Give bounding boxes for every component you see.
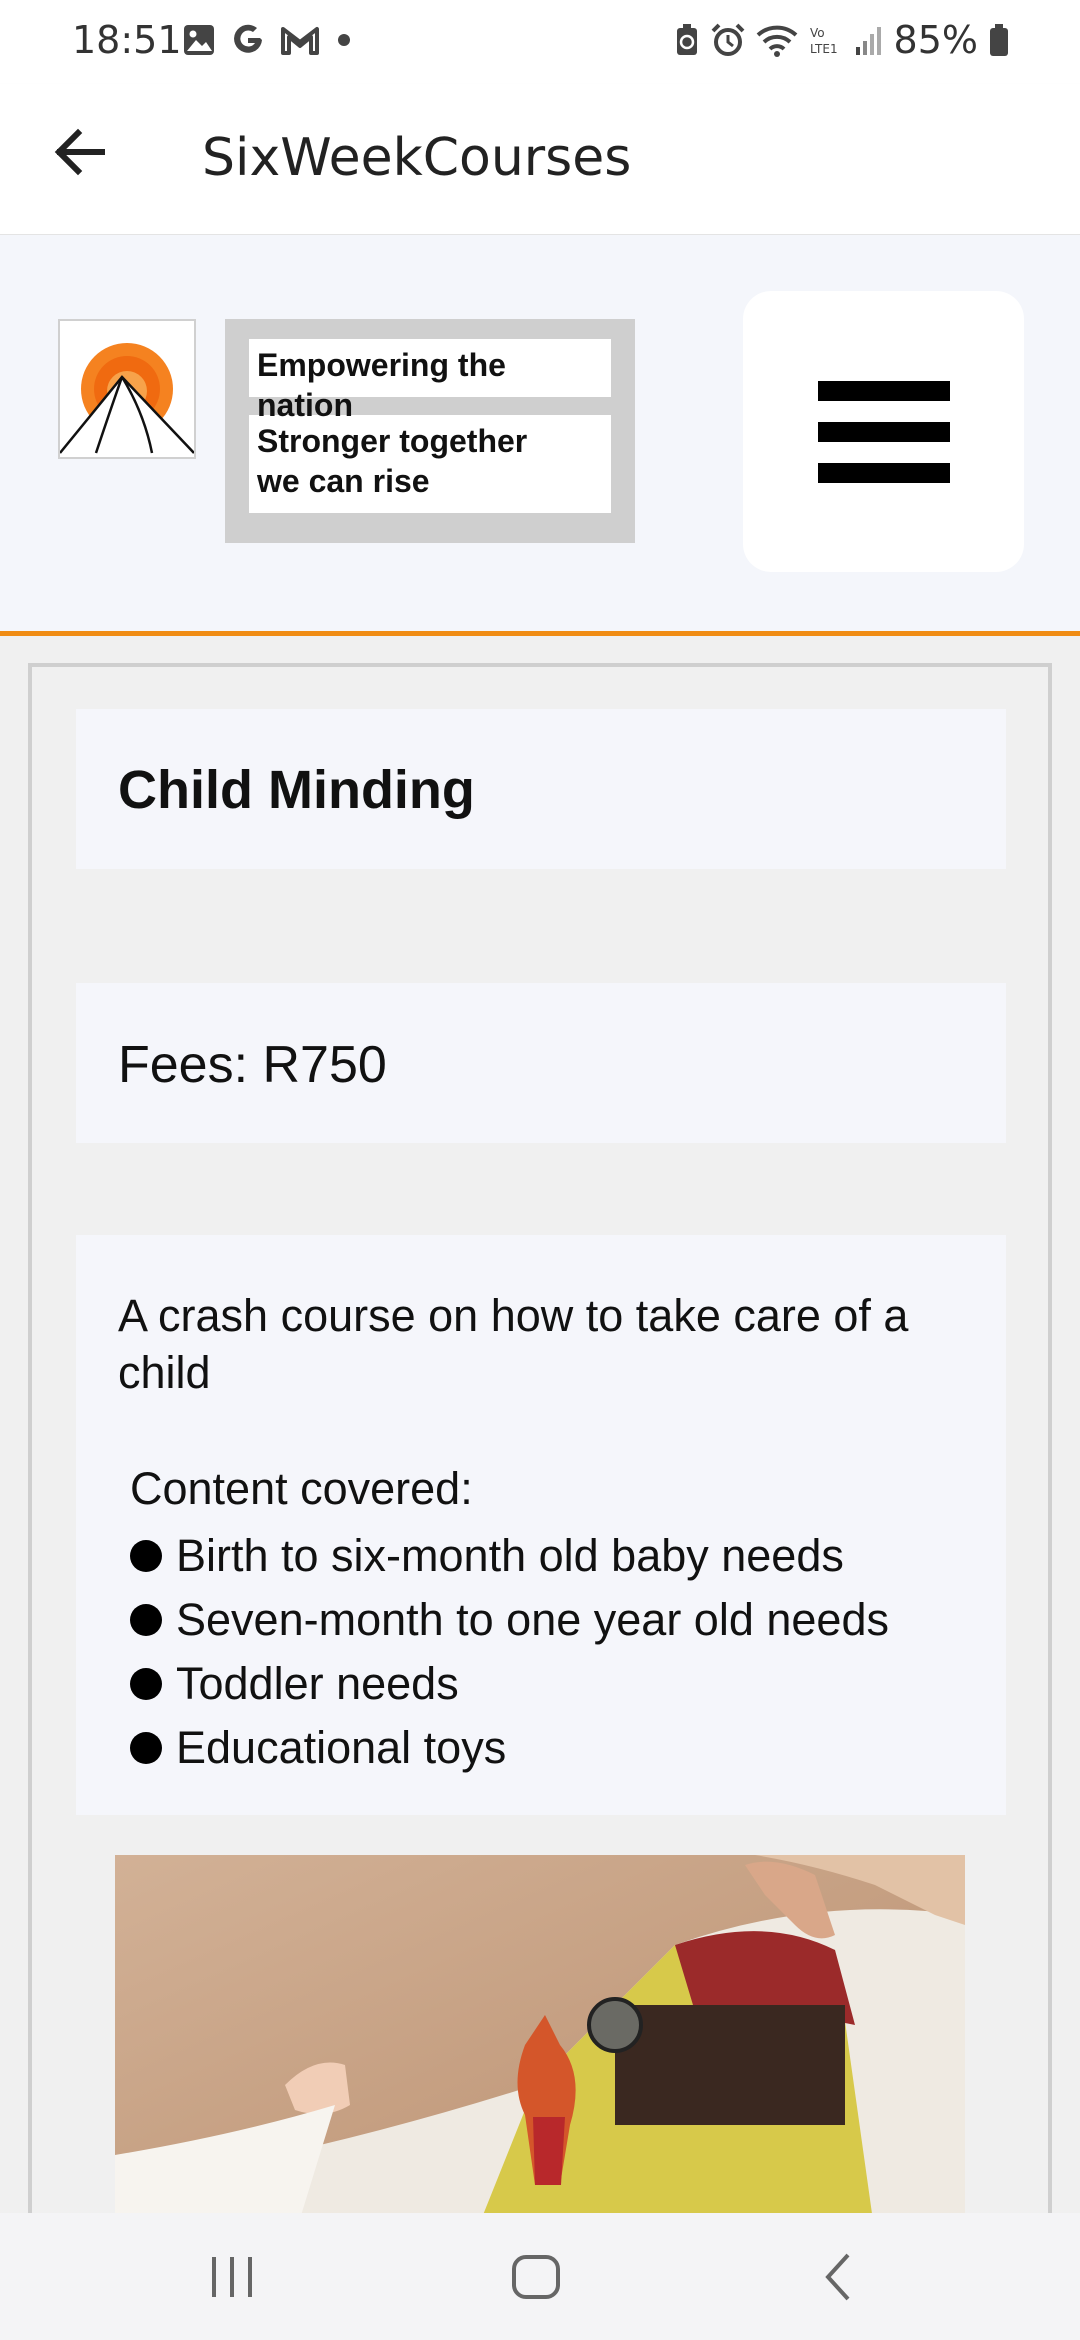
site-logo[interactable] (58, 319, 196, 459)
book-reading-photo (115, 1855, 965, 2213)
svg-text:LTE1: LTE1 (810, 42, 838, 56)
image-icon (184, 25, 214, 55)
tagline-box: Empowering the nation Stronger together … (225, 319, 635, 543)
battery-saver-icon (676, 24, 697, 55)
bullet-icon (130, 1732, 162, 1764)
tagline-2: Stronger together we can rise (249, 415, 611, 513)
menu-button[interactable] (743, 291, 1024, 572)
course-panel: Child Minding Fees: R750 A crash course … (28, 663, 1052, 2213)
dot-icon (338, 34, 350, 46)
sunrise-mountain-icon (59, 343, 195, 459)
bullet-icon (130, 1604, 162, 1636)
volte-icon: Vo LTE1 (810, 26, 838, 56)
system-nav-bar (0, 2213, 1080, 2340)
svg-text:Vo: Vo (810, 26, 825, 40)
webview[interactable]: Empowering the nation Stronger together … (0, 235, 1080, 2213)
course-photo (115, 1855, 965, 2213)
home-icon (512, 2255, 560, 2299)
back-button[interactable] (48, 120, 112, 184)
wifi-icon (756, 25, 797, 57)
battery-percent: 85% (893, 18, 978, 62)
bullet-icon (130, 1668, 162, 1700)
notification-icons (182, 22, 354, 58)
list-item: Birth to six-month old baby needs (130, 1524, 964, 1588)
course-title: Child Minding (118, 760, 475, 820)
content-covered: Content covered: Birth to six-month old … (118, 1458, 964, 1780)
content-heading: Content covered: (130, 1463, 473, 1514)
title-card: Child Minding (76, 709, 1006, 869)
recent-apps-icon (212, 2257, 252, 2297)
system-icons: Vo LTE1 85% (674, 18, 1010, 62)
course-fees: Fees: R750 (118, 1036, 387, 1094)
list-item: Educational toys (130, 1716, 964, 1780)
bullet-icon (130, 1540, 162, 1572)
fees-card: Fees: R750 (76, 983, 1006, 1143)
home-button[interactable] (504, 2245, 568, 2309)
status-bar: 18:51 Vo LTE1 85% (0, 0, 1080, 84)
status-time: 18:51 (72, 18, 182, 62)
gmail-icon (281, 27, 319, 55)
app-bar: SixWeekCourses (0, 84, 1080, 235)
tagline-1: Empowering the nation (249, 339, 611, 423)
app-title: SixWeekCourses (202, 128, 632, 188)
recent-apps-button[interactable] (200, 2245, 264, 2309)
site-header: Empowering the nation Stronger together … (0, 235, 1080, 636)
alarm-icon (711, 23, 744, 56)
arrow-back-icon (54, 128, 105, 176)
nav-back-button[interactable] (808, 2245, 872, 2309)
list-item: Toddler needs (130, 1652, 964, 1716)
google-g-icon (234, 24, 262, 53)
battery-icon (990, 24, 1008, 56)
back-icon (825, 2253, 850, 2301)
list-item: Seven-month to one year old needs (130, 1588, 964, 1652)
signal-icon (855, 27, 881, 55)
course-description: A crash course on how to take care of a … (118, 1290, 909, 1398)
description-card: A crash course on how to take care of a … (76, 1235, 1006, 1815)
